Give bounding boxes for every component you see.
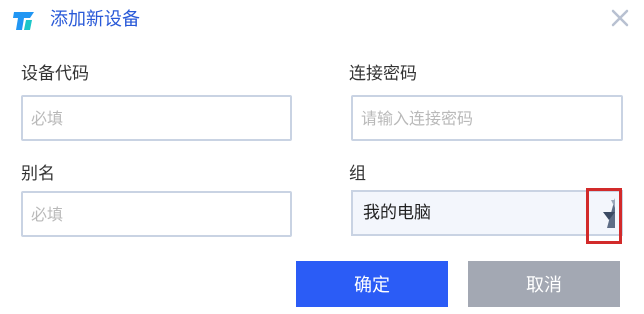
dialog-titlebar: 添加新设备: [0, 0, 644, 40]
connect-password-label: 连接密码: [349, 64, 417, 84]
close-icon[interactable]: [610, 8, 630, 28]
device-code-label: 设备代码: [21, 64, 89, 84]
connect-password-input[interactable]: [351, 95, 623, 141]
group-select[interactable]: 我的电脑: [351, 190, 623, 236]
alias-input[interactable]: [21, 191, 292, 237]
group-selected-value: 我的电脑: [363, 203, 431, 223]
confirm-button[interactable]: 确定: [296, 261, 448, 307]
cancel-button[interactable]: 取消: [468, 261, 620, 307]
app-logo-icon: [12, 8, 36, 32]
group-label: 组: [349, 164, 366, 184]
dropdown-arrow-icon[interactable]: [597, 194, 619, 232]
dialog-title: 添加新设备: [50, 9, 140, 30]
alias-label: 别名: [21, 164, 55, 184]
device-code-input[interactable]: [21, 95, 292, 141]
